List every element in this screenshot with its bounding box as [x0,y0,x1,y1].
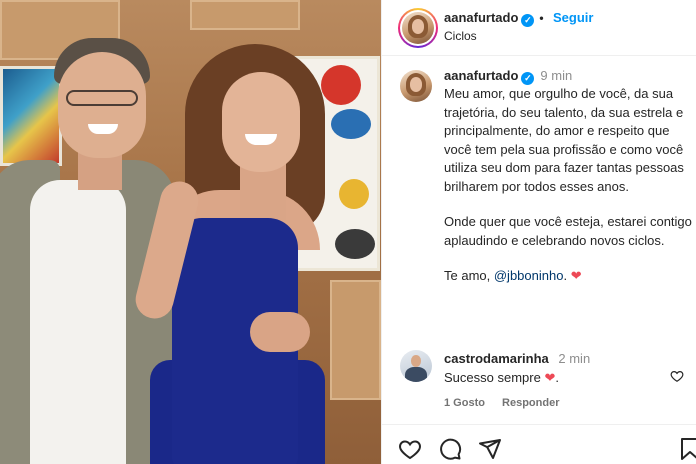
like-icon[interactable] [398,437,422,461]
avatar[interactable] [400,70,432,102]
post-side-panel: aanafurtado ✓ • Seguir Ciclos aanafurtado ✓… [381,0,696,464]
comment-item: castrodamarinha 2 min Sucesso sempre ❤. … [400,350,690,410]
comment-likes-count[interactable]: 1 Gosto [444,397,485,409]
man-glasses [66,90,138,106]
comment-header: castrodamarinha 2 min [444,351,590,366]
caption-text-fragment: . [563,268,571,283]
caption-paragraph: Meu amor, que orgulho de você, da sua tr… [444,86,684,194]
wall-panel [190,0,300,30]
story-ring[interactable] [398,8,438,48]
comment-like-icon[interactable] [670,369,684,386]
comment-reply-button[interactable]: Responder [502,397,559,409]
comment-text-body: Sucesso sempre [444,370,545,385]
caption-paragraph: Te amo, @jbboninho. ❤ [444,267,694,286]
comment-timestamp[interactable]: 2 min [558,351,590,366]
comment-meta: 1 Gosto Responder [444,397,573,409]
mention-link[interactable]: @jbboninho [494,268,564,283]
separator-dot: • [539,11,544,25]
verified-icon: ✓ [521,14,535,27]
caption-text: Meu amor, que orgulho de você, da sua tr… [444,85,694,286]
red-heart-icon: ❤ [570,268,582,283]
header-username[interactable]: aanafurtado [444,10,518,25]
comment-username[interactable]: castrodamarinha [444,351,549,366]
caption-text-fragment: Te amo, [444,268,494,283]
bookmark-icon[interactable] [678,437,696,461]
caption-username[interactable]: aanafurtado [444,68,518,83]
red-heart-icon: ❤ [544,370,556,385]
woman-face [222,72,300,172]
caption-timestamp[interactable]: 9 min [540,68,572,83]
comment-icon[interactable] [438,437,462,461]
share-icon[interactable] [478,437,502,461]
header-subtitle[interactable]: Ciclos [444,29,477,43]
post-photo[interactable] [0,0,381,464]
man-hand [250,312,310,352]
action-bar [382,424,696,464]
wall-panel [330,280,381,400]
follow-button[interactable]: Seguir [553,10,593,25]
caption-header: aanafurtado ✓ 9 min [444,68,694,85]
avatar[interactable] [400,350,432,382]
verified-icon: ✓ [521,72,535,85]
avatar[interactable] [402,12,434,44]
man-shirt [30,180,126,464]
post-header: aanafurtado ✓ • Seguir Ciclos [382,0,696,56]
comment-text: Sucesso sempre ❤. [444,370,559,385]
caption-paragraph: Onde quer que você esteja, estarei conti… [444,214,692,248]
header-username-row: aanafurtado ✓ • [444,10,549,27]
wall-artwork-left [0,66,62,166]
